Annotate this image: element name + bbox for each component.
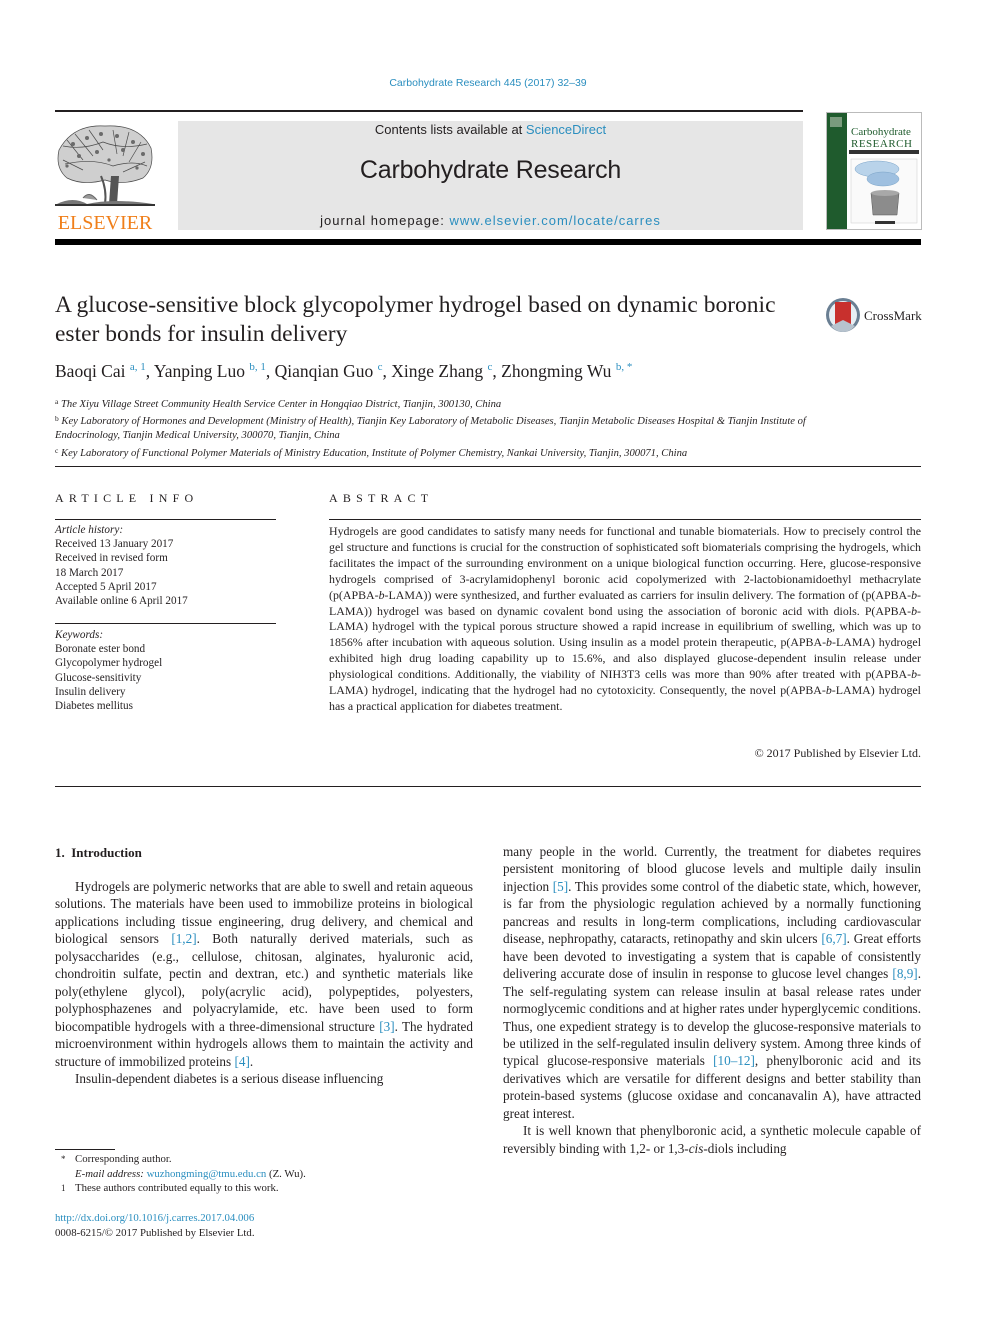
elsevier-wordmark: ELSEVIER [58,212,153,232]
author[interactable]: Xinge Zhang c [391,361,492,381]
affiliations: a The Xiyu Village Street Community Heal… [55,395,845,461]
author-affil-mark[interactable]: c [488,361,493,373]
keyword-item: Boronate ester bond [55,643,146,656]
history-item: Received in revised form [55,552,168,565]
article-title: A glucose-sensitive block glycopolymer h… [55,292,776,347]
keyword-item: Insulin delivery [55,685,126,698]
divider [55,786,921,787]
divider [329,519,921,520]
crossmark-button[interactable]: CrossMark [824,296,924,336]
author-affil-mark[interactable]: a, 1 [130,361,146,373]
keyword-item: Glucose-sensitivity [55,671,142,684]
footnote-email: E-mail address: wuzhongming@tmu.edu.cn (… [75,1167,306,1180]
sciencedirect-link[interactable]: ScienceDirect [526,122,606,137]
header-top-rule [55,110,803,112]
body-paragraph: It is well known that phenylboronic acid… [503,1123,921,1156]
author[interactable]: Yanping Luo b, 1 [154,361,266,381]
elsevier-logo[interactable]: ELSEVIER [53,120,157,234]
svg-text:CrossMark: CrossMark [864,308,922,323]
citation-link[interactable]: [5] [553,879,568,894]
body-paragraph: many people in the world. Currently, the… [503,844,922,1121]
author-affil-mark[interactable]: b, * [616,361,633,373]
contents-line: Contents lists available at ScienceDirec… [178,121,803,137]
italic-term: cis [688,1140,704,1156]
doi-link[interactable]: http://dx.doi.org/10.1016/j.carres.2017.… [55,1211,475,1226]
citation-link[interactable]: [1,2] [171,931,196,946]
body-paragraph: Insulin-dependent diabetes is a serious … [75,1070,384,1086]
journal-cover-image: Carbohydrate RESEARCH [827,113,919,229]
affiliation-item: c Key Laboratory of Functional Polymer M… [55,445,688,459]
homepage-prefix: journal homepage: [320,213,450,228]
body-column-right: many people in the world. Currently, the… [503,843,921,1157]
keyword-item: Glycopolymer hydrogel [55,657,163,670]
elsevier-tree-icon: ELSEVIER [55,125,155,234]
keywords: Keywords: Boronate ester bond Glycopolym… [55,628,280,713]
keyword-item: Diabetes mellitus [55,700,133,713]
italic-block-marker: b [911,603,918,618]
divider [55,466,921,467]
header-thick-rule [55,239,921,245]
history-item: Received 13 January 2017 [55,538,174,551]
citation-link[interactable]: [8,9] [892,966,917,981]
author[interactable]: Baoqi Cai a, 1 [55,361,146,381]
section-heading-introduction: 1. Introduction [55,845,142,860]
author-affil-mark[interactable]: b, 1 [249,361,266,373]
keywords-label: Keywords: [55,629,104,641]
journal-name: Carbohydrate Research [359,156,622,184]
article-history: Article history: Received 13 January 201… [55,523,280,608]
journal-header-box: Contents lists available at ScienceDirec… [178,121,803,230]
journal-cover-thumbnail[interactable]: Carbohydrate RESEARCH [826,112,922,230]
italic-block-marker: b [825,683,832,698]
affiliation-item: a The Xiyu Village Street Community Heal… [55,397,502,410]
article-info-heading: ARTICLE INFO [55,491,199,505]
italic-block-marker: b [378,587,385,602]
issn-line: 0008-6215/© 2017 Published by Elsevier L… [55,1226,255,1239]
email-link[interactable]: wuzhongming@tmu.edu.cn [147,1168,267,1180]
body-column-left: Hydrogels are polymeric networks that ar… [55,878,473,1087]
doi-block: http://dx.doi.org/10.1016/j.carres.2017.… [55,1211,475,1240]
author-list: Baoqi Cai a, 1, Yanping Luo b, 1, Qianqi… [55,361,633,381]
author[interactable]: Qianqian Guo c [275,361,383,381]
svg-text:RESEARCH: RESEARCH [851,138,912,150]
divider [55,623,276,624]
citation-link[interactable]: [3] [379,1019,394,1034]
abstract-heading: ABSTRACT [329,491,434,505]
history-label: Article history: [55,524,124,536]
history-item: Accepted 5 April 2017 [55,580,157,593]
crossmark-icon: CrossMark [826,298,922,332]
history-item: Available online 6 April 2017 [55,595,188,608]
citation-link[interactable]: [10–12] [713,1053,755,1068]
body-paragraph: Hydrogels are polymeric networks that ar… [55,879,473,1069]
homepage-line: journal homepage: www.elsevier.com/locat… [178,213,803,228]
history-item: 18 March 2017 [55,566,124,579]
abstract-text: Hydrogels are good candidates to satisfy… [329,524,921,713]
author[interactable]: Zhongming Wu b, * [501,361,632,381]
divider [55,519,276,520]
footnote-corresponding: * Corresponding author. [61,1153,172,1165]
svg-text:Carbohydrate: Carbohydrate [851,126,911,138]
affiliation-item: b Key Laboratory of Hormones and Develop… [55,414,806,442]
italic-block-marker: b [826,635,832,650]
citation-link[interactable]: [6,7] [821,931,846,946]
footnotes: * Corresponding author. E-mail address: … [55,1152,475,1196]
abstract-copyright: © 2017 Published by Elsevier Ltd. [754,746,921,760]
italic-block-marker: b [911,587,918,602]
journal-citation[interactable]: Carbohydrate Research 445 (2017) 32–39 [0,77,976,89]
contents-prefix: Contents lists available at [374,122,526,137]
footnote-equal-contribution: 1 These authors contributed equally to t… [61,1182,279,1194]
italic-block-marker: b [911,667,918,682]
citation-link[interactable]: [4] [234,1054,249,1069]
author-affil-mark[interactable]: c [378,361,383,373]
homepage-link[interactable]: www.elsevier.com/locate/carres [449,213,660,228]
footnote-rule [55,1149,115,1150]
